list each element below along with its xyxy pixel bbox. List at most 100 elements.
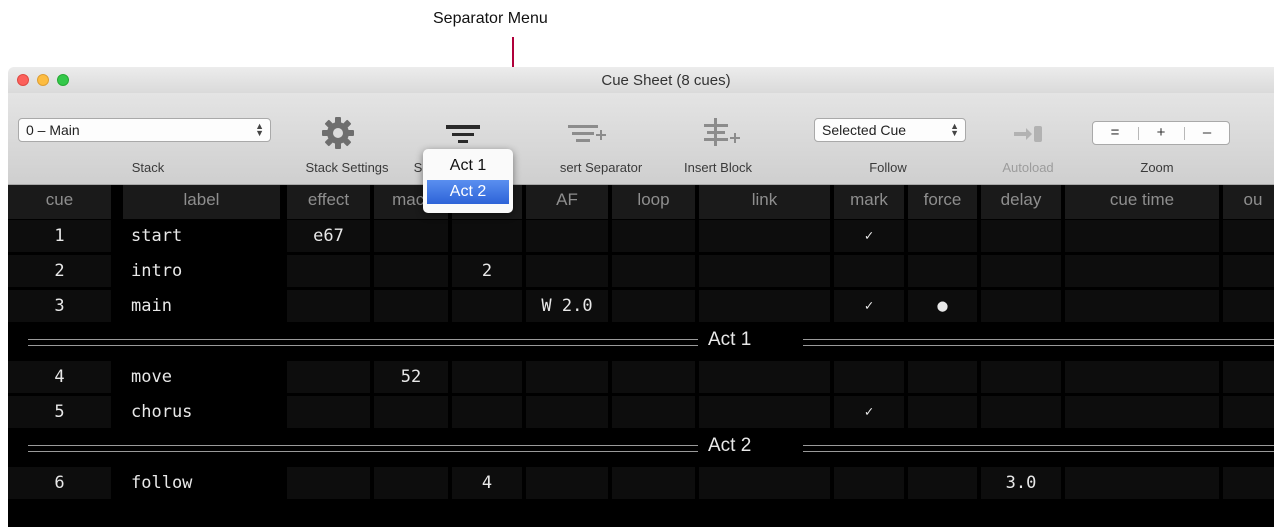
cue-label-cell[interactable]: chorus: [123, 396, 280, 428]
cue-row[interactable]: 3 main W 2.0 ✓ ●: [8, 290, 1274, 325]
cue-label-cell[interactable]: intro: [123, 255, 280, 287]
insert-block-icon[interactable]: [702, 118, 742, 148]
cue-number-cell[interactable]: 6: [8, 467, 111, 499]
column-header-cue[interactable]: cue: [8, 185, 111, 219]
cue-number-cell[interactable]: 4: [8, 361, 111, 393]
block-cell[interactable]: 2: [452, 255, 522, 287]
out-cell[interactable]: [1223, 467, 1274, 499]
cue-number-cell[interactable]: 1: [8, 220, 111, 252]
loop-cell[interactable]: [612, 396, 695, 428]
separator-row[interactable]: Act 2: [8, 431, 1274, 467]
cue-row[interactable]: 2 intro 2: [8, 255, 1274, 290]
macro-cell[interactable]: [374, 467, 448, 499]
link-cell[interactable]: [699, 220, 830, 252]
effect-cell[interactable]: [287, 361, 370, 393]
macro-cell[interactable]: 52: [374, 361, 448, 393]
cue-time-cell[interactable]: [1065, 220, 1219, 252]
cue-label-cell[interactable]: move: [123, 361, 280, 393]
effect-cell[interactable]: [287, 290, 370, 322]
column-header-effect[interactable]: effect: [287, 185, 370, 219]
effect-cell[interactable]: [287, 467, 370, 499]
follow-select[interactable]: Selected Cue ▲ ▼: [814, 118, 966, 142]
delay-cell[interactable]: 3.0: [981, 467, 1061, 499]
cue-number-cell[interactable]: 3: [8, 290, 111, 322]
cue-label-cell[interactable]: start: [123, 220, 280, 252]
af-cell[interactable]: [526, 361, 608, 393]
cue-row[interactable]: 4 move 52: [8, 361, 1274, 396]
column-header-out[interactable]: ou: [1223, 185, 1274, 219]
zoom-fit-button[interactable]: =: [1093, 124, 1137, 141]
cue-number-cell[interactable]: 2: [8, 255, 111, 287]
cue-row[interactable]: 5 chorus ✓: [8, 396, 1274, 431]
out-cell[interactable]: [1223, 220, 1274, 252]
cue-row[interactable]: 6 follow 4 3.0: [8, 467, 1274, 502]
link-cell[interactable]: [699, 467, 830, 499]
out-cell[interactable]: [1223, 255, 1274, 287]
link-cell[interactable]: [699, 361, 830, 393]
mark-cell[interactable]: ✓: [834, 220, 904, 252]
column-header-mark[interactable]: mark: [834, 185, 904, 219]
out-cell[interactable]: [1223, 396, 1274, 428]
force-cell[interactable]: [908, 255, 977, 287]
force-cell[interactable]: [908, 467, 977, 499]
block-cell[interactable]: [452, 220, 522, 252]
insert-separator-icon[interactable]: [568, 123, 608, 145]
separator-row[interactable]: Act 1: [8, 325, 1274, 361]
stack-select[interactable]: 0 – Main ▲ ▼: [18, 118, 271, 142]
cue-time-cell[interactable]: [1065, 396, 1219, 428]
separator-menu-item-act-1[interactable]: Act 1: [427, 154, 509, 178]
autoload-icon[interactable]: [1012, 123, 1044, 145]
cue-time-cell[interactable]: [1065, 361, 1219, 393]
force-cell[interactable]: [908, 220, 977, 252]
effect-cell[interactable]: [287, 255, 370, 287]
cue-label-cell[interactable]: main: [123, 290, 280, 322]
delay-cell[interactable]: [981, 361, 1061, 393]
af-cell[interactable]: [526, 255, 608, 287]
column-header-link[interactable]: link: [699, 185, 830, 219]
block-cell[interactable]: [452, 290, 522, 322]
af-cell[interactable]: [526, 396, 608, 428]
af-cell[interactable]: [526, 467, 608, 499]
block-cell[interactable]: 4: [452, 467, 522, 499]
macro-cell[interactable]: [374, 220, 448, 252]
cue-time-cell[interactable]: [1065, 290, 1219, 322]
force-cell[interactable]: ●: [908, 290, 977, 322]
delay-cell[interactable]: [981, 220, 1061, 252]
zoom-out-button[interactable]: –: [1185, 124, 1229, 141]
mark-cell[interactable]: [834, 467, 904, 499]
mark-cell[interactable]: [834, 361, 904, 393]
gear-icon[interactable]: [320, 115, 356, 151]
macro-cell[interactable]: [374, 290, 448, 322]
column-header-cue-time[interactable]: cue time: [1065, 185, 1219, 219]
column-header-force[interactable]: force: [908, 185, 977, 219]
column-header-label[interactable]: label: [123, 185, 280, 219]
force-cell[interactable]: [908, 396, 977, 428]
delay-cell[interactable]: [981, 290, 1061, 322]
link-cell[interactable]: [699, 396, 830, 428]
mark-cell[interactable]: [834, 255, 904, 287]
delay-cell[interactable]: [981, 396, 1061, 428]
column-header-loop[interactable]: loop: [612, 185, 695, 219]
macro-cell[interactable]: [374, 396, 448, 428]
cue-number-cell[interactable]: 5: [8, 396, 111, 428]
separator-menu-item-act-2[interactable]: Act 2: [427, 180, 509, 204]
af-cell[interactable]: [526, 220, 608, 252]
cue-row[interactable]: 1 start e67 ✓: [8, 220, 1274, 255]
effect-cell[interactable]: e67: [287, 220, 370, 252]
link-cell[interactable]: [699, 290, 830, 322]
block-cell[interactable]: [452, 396, 522, 428]
force-cell[interactable]: [908, 361, 977, 393]
mark-cell[interactable]: ✓: [834, 290, 904, 322]
cue-time-cell[interactable]: [1065, 467, 1219, 499]
delay-cell[interactable]: [981, 255, 1061, 287]
link-cell[interactable]: [699, 255, 830, 287]
loop-cell[interactable]: [612, 290, 695, 322]
loop-cell[interactable]: [612, 220, 695, 252]
column-header-af[interactable]: AF: [526, 185, 608, 219]
out-cell[interactable]: [1223, 361, 1274, 393]
macro-cell[interactable]: [374, 255, 448, 287]
loop-cell[interactable]: [612, 467, 695, 499]
block-cell[interactable]: [452, 361, 522, 393]
column-header-delay[interactable]: delay: [981, 185, 1061, 219]
zoom-in-button[interactable]: +: [1139, 124, 1183, 141]
